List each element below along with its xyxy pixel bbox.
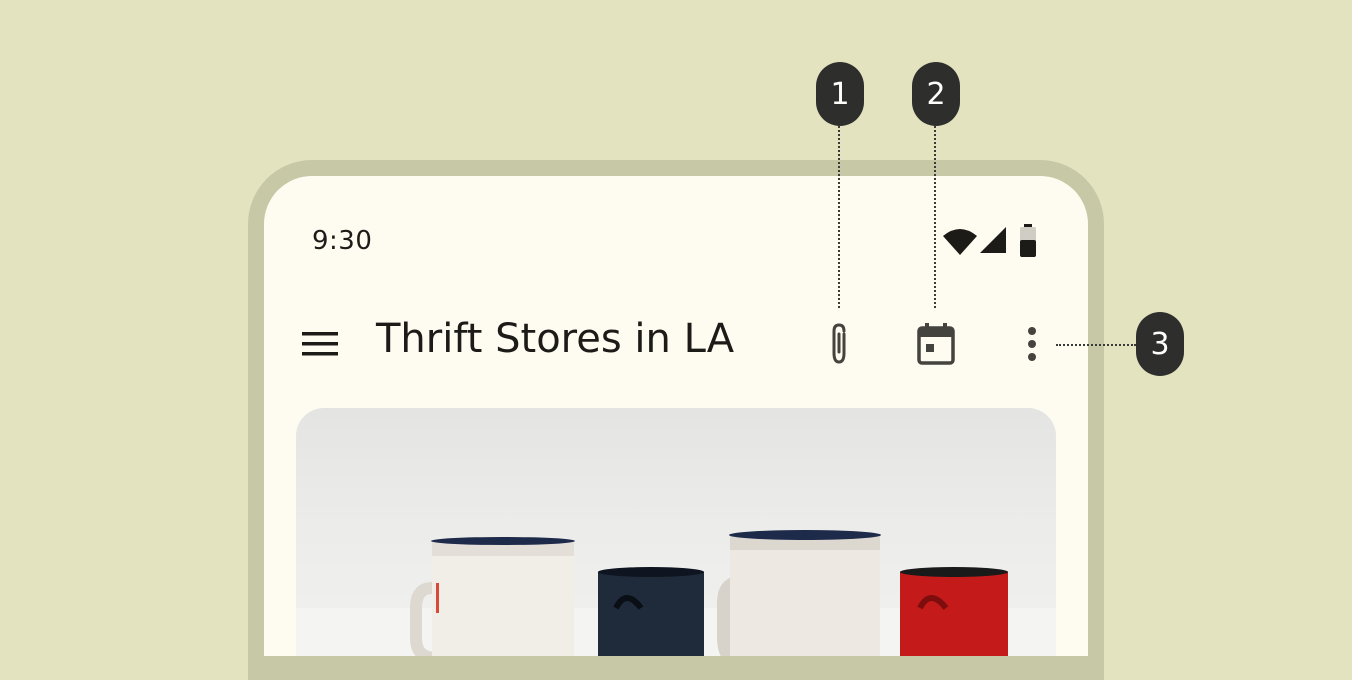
hero-image: [296, 408, 1056, 656]
wifi-icon: [943, 229, 977, 255]
status-icons: [942, 224, 1042, 258]
callout-1-line: [838, 126, 840, 308]
page-title: Thrift Stores in LA: [376, 316, 735, 362]
cell-signal-icon: [980, 227, 1006, 253]
phone-screen: 9:30 Thrift Stores in LA: [264, 176, 1088, 656]
more-vert-icon: [1028, 327, 1036, 361]
attach-button[interactable]: [815, 320, 863, 368]
callout-3-badge: 3: [1136, 312, 1184, 376]
status-time: 9:30: [312, 226, 373, 256]
mug-white-2: [717, 530, 881, 656]
mug-navy: [598, 567, 704, 656]
mugs-illustration: [296, 530, 1056, 656]
battery-icon: [1020, 224, 1036, 257]
callout-2-badge: 2: [912, 62, 960, 126]
mug-white-1: [410, 537, 575, 656]
attach-file-icon: [832, 323, 846, 364]
callout-1-badge: 1: [816, 62, 864, 126]
calendar-button[interactable]: [912, 320, 960, 368]
menu-button[interactable]: [296, 320, 344, 368]
mug-red: [900, 567, 1008, 656]
callout-3-line: [1056, 344, 1136, 346]
more-options-button[interactable]: [1008, 320, 1056, 368]
calendar-icon: [917, 323, 955, 365]
menu-icon: [302, 332, 338, 356]
callout-2-line: [934, 126, 936, 308]
